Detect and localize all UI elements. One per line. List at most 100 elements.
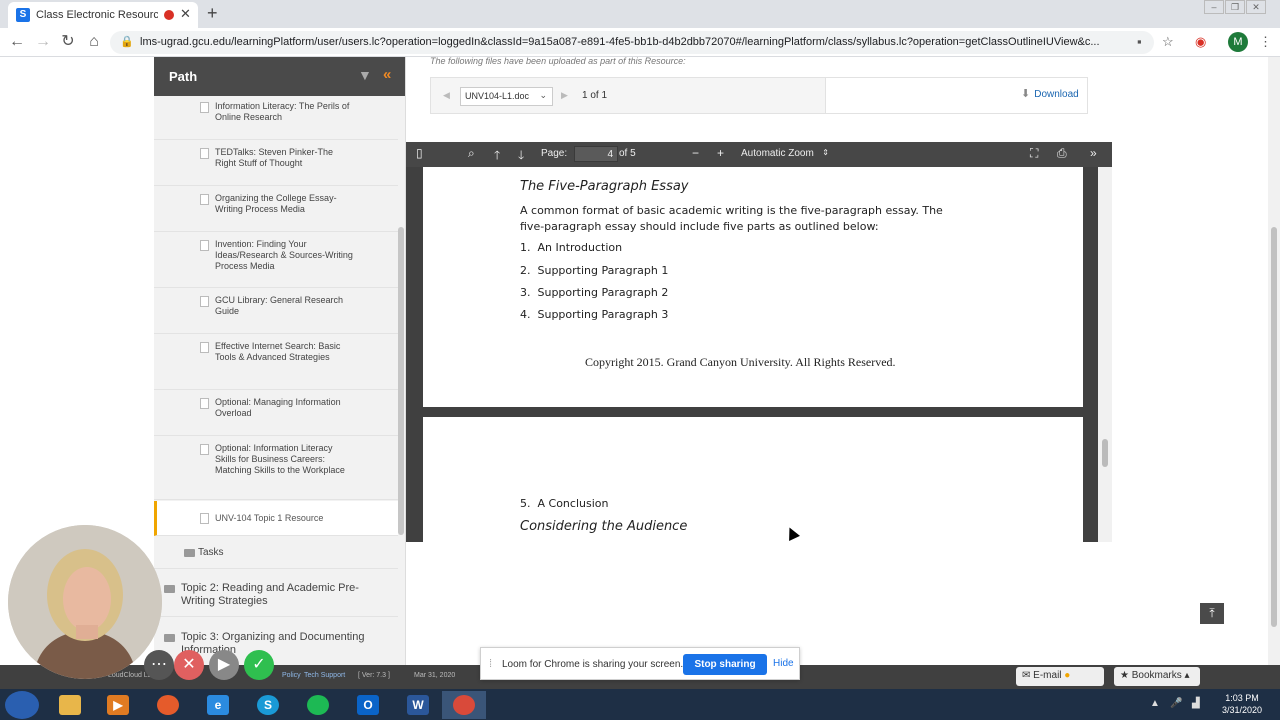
profile-avatar[interactable]: M (1228, 32, 1248, 52)
list-text: Supporting Paragraph 3 (537, 308, 669, 321)
zoom-out-icon[interactable]: − (692, 146, 699, 160)
pdf-viewport[interactable]: The Five-Paragraph Essay A common format… (406, 167, 1112, 542)
sidebar-item[interactable]: Optional: Managing Information Overload (154, 392, 398, 436)
pause-recording-button[interactable]: ▶ (209, 650, 239, 680)
taskbar-media-player[interactable]: ▶ (96, 691, 140, 719)
skype-icon: S (257, 695, 279, 715)
list-item: 2. Supporting Paragraph 1 (520, 264, 668, 277)
next-page-icon[interactable]: 🡓 (518, 146, 524, 167)
sidebar-item[interactable]: GCU Library: General Research Guide (154, 290, 398, 334)
filter-icon[interactable]: ▼ (358, 67, 372, 83)
presenter-image (8, 525, 162, 679)
document-icon (200, 342, 209, 353)
taskbar-word[interactable]: W (396, 691, 440, 719)
search-icon[interactable]: ⌕ (468, 146, 475, 161)
document-heading: The Five-Paragraph Essay (520, 179, 689, 194)
status-dot-icon: ● (1064, 670, 1071, 681)
taskbar-firefox[interactable] (146, 691, 190, 719)
drag-handle-icon[interactable]: ⁞ (489, 658, 492, 670)
loom-message: Loom for Chrome is sharing your screen. (502, 659, 684, 670)
previous-page-icon[interactable]: 🡑 (494, 146, 500, 167)
list-item: 1. An Introduction (520, 241, 622, 254)
bookmark-star-icon[interactable]: ☆ (1162, 34, 1174, 50)
sidebar-item[interactable]: Information Literacy: The Perils of Onli… (154, 96, 398, 140)
chevron-updown-icon: ⇕ (822, 148, 829, 157)
close-window-button[interactable]: ✕ (1246, 0, 1266, 14)
collapse-sidebar-icon[interactable]: « (383, 66, 391, 83)
list-item: 3. Supporting Paragraph 2 (520, 286, 668, 299)
browser-tab[interactable]: S Class Electronic Resource Pr ✕ (8, 2, 198, 28)
pdf-scrollbar[interactable] (1098, 167, 1112, 542)
home-button[interactable]: ⌂ (84, 32, 104, 52)
new-tab-button[interactable]: + (207, 3, 218, 24)
pdf-toolbar: ▯ ⌕ 🡑 🡓 Page: 4 of 5 − + Automatic Zoom … (406, 142, 1112, 167)
sidebar-item[interactable]: Effective Internet Search: Basic Tools &… (154, 336, 398, 390)
maximize-window-button[interactable]: ❐ (1225, 0, 1245, 14)
more-tools-icon[interactable]: » (1090, 146, 1097, 160)
zoom-in-icon[interactable]: + (717, 146, 724, 160)
camera-blocked-icon[interactable]: ▪ (1137, 34, 1142, 49)
sidebar-item[interactable]: Organizing the College Essay-Writing Pro… (154, 188, 398, 232)
taskbar-skype[interactable]: S (246, 691, 290, 719)
scroll-to-top-button[interactable]: ⤒ (1200, 603, 1224, 624)
finish-recording-button[interactable]: ✓ (244, 650, 274, 680)
sidebar-scrollbar[interactable] (398, 227, 404, 535)
hide-button[interactable]: Hide (773, 658, 794, 669)
close-tab-icon[interactable]: ✕ (180, 6, 191, 22)
page-number-input[interactable]: 4 (574, 146, 618, 162)
microphone-icon[interactable]: 🎤 (1170, 698, 1182, 709)
minimize-window-button[interactable]: – (1204, 0, 1224, 14)
sidebar-toggle-icon[interactable]: ▯ (416, 146, 423, 160)
next-file-icon[interactable]: ▶ (561, 90, 568, 101)
sidebar-item-label: Information Literacy: The Perils of Onli… (215, 101, 350, 122)
page-scrollbar[interactable] (1268, 57, 1280, 665)
pdf-scrollbar-thumb[interactable] (1102, 439, 1108, 467)
footer-tech-support-link[interactable]: Tech Support (304, 672, 345, 679)
sidebar-item-label: Optional: Information Literacy Skills fo… (215, 443, 345, 475)
zoom-select[interactable]: Automatic Zoom ⇕ (737, 146, 833, 163)
stop-sharing-button[interactable]: Stop sharing (683, 654, 767, 675)
document-icon (200, 296, 209, 307)
cancel-recording-button[interactable]: ✕ (174, 650, 204, 680)
taskbar-outlook[interactable]: O (346, 691, 390, 719)
bookmarks-button[interactable]: ★ Bookmarks ▴ (1114, 667, 1200, 686)
webcam-bubble[interactable] (8, 525, 162, 679)
extension-icon[interactable]: ◉ (1195, 34, 1206, 50)
file-select[interactable]: UNV104-L1.doc ⌄ (460, 87, 553, 106)
bookmarks-label: Bookmarks (1131, 670, 1182, 681)
tray-expand-icon[interactable]: ▲ (1150, 698, 1160, 709)
forward-button[interactable]: → (33, 32, 53, 52)
start-button[interactable] (5, 691, 39, 719)
email-button[interactable]: ✉ E-mail ● (1016, 667, 1104, 686)
sidebar-item[interactable]: Optional: Information Literacy Skills fo… (154, 438, 398, 500)
network-icon[interactable]: ▟ (1192, 698, 1200, 709)
topic-label: Topic 2: Reading and Academic Pre-Writin… (181, 582, 359, 607)
footer-version: [ Ver: 7.3 ] (358, 672, 390, 679)
file-bar: ◀ UNV104-L1.doc ⌄ ▶ 1 of 1 ⬇ Download (430, 77, 1088, 114)
taskbar-chrome[interactable] (442, 691, 486, 719)
taskbar-file-explorer[interactable] (48, 691, 92, 719)
topic-item[interactable]: Topic 2: Reading and Academic Pre-Writin… (154, 571, 398, 617)
print-icon[interactable]: ⎙ (1057, 146, 1067, 161)
system-clock[interactable]: 1:03 PM 3/31/2020 (1212, 692, 1272, 716)
fullscreen-icon[interactable]: ⛶ (1030, 146, 1038, 161)
address-bar[interactable]: 🔒 lms-ugrad.gcu.edu/learningPlatform/use… (110, 31, 1154, 54)
loom-sharing-bar: ⁞ Loom for Chrome is sharing your screen… (480, 647, 800, 680)
page-scrollbar-thumb[interactable] (1271, 227, 1277, 627)
back-button[interactable]: ← (7, 32, 27, 52)
tasks-item[interactable]: Tasks (154, 537, 398, 569)
media-player-icon: ▶ (107, 695, 129, 715)
browser-menu-icon[interactable]: ⋮ (1259, 34, 1272, 50)
sidebar-item[interactable]: TEDTalks: Steven Pinker-The Right Stuff … (154, 142, 398, 186)
sidebar-item[interactable]: Invention: Finding Your Ideas/Research &… (154, 234, 398, 288)
sidebar-item-active[interactable]: UNV-104 Topic 1 Resource (154, 501, 398, 536)
footer-date: Mar 31, 2020 (414, 672, 456, 679)
previous-file-icon[interactable]: ◀ (443, 90, 450, 101)
download-link[interactable]: ⬇ Download (1021, 87, 1079, 100)
list-number: 1. (520, 241, 531, 254)
taskbar-spotify[interactable] (296, 691, 340, 719)
footer-policy-link[interactable]: Policy (282, 672, 301, 679)
taskbar-internet-explorer[interactable]: e (196, 691, 240, 719)
more-options-button[interactable]: ⋯ (144, 650, 174, 680)
reload-button[interactable]: ↻ (58, 32, 78, 52)
